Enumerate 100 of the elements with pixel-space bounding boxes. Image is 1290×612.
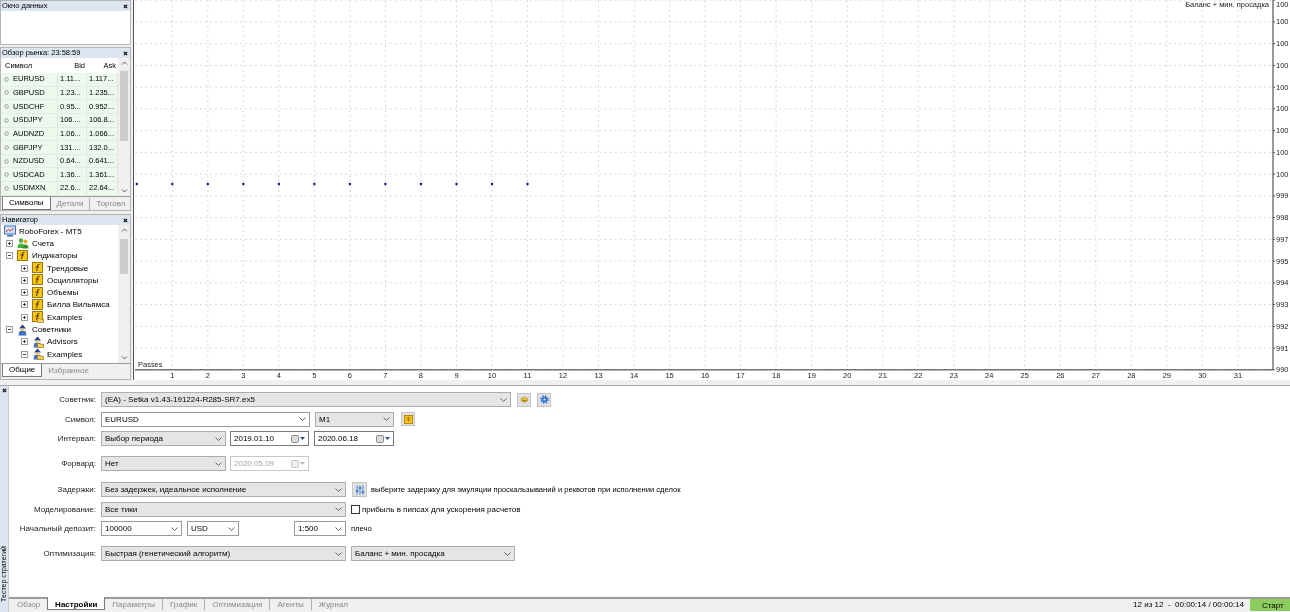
field-label: Начальный депозит:	[18, 524, 97, 533]
data-point	[206, 182, 210, 186]
chevron-icon	[335, 507, 342, 511]
plus-box-icon[interactable]	[21, 289, 28, 297]
close-icon[interactable]	[123, 3, 128, 9]
data-point	[242, 182, 245, 186]
function-icon	[32, 298, 44, 311]
caret-icon	[385, 437, 390, 440]
date-field[interactable]: 2020.06.18	[314, 431, 394, 446]
minus-box-icon[interactable]	[6, 252, 13, 260]
plus-box-icon[interactable]	[21, 264, 28, 272]
dropdown[interactable]: Нет	[101, 456, 226, 471]
plus-box-icon[interactable]	[21, 313, 28, 321]
function-icon	[32, 274, 44, 287]
tree-item[interactable]: Советники	[17, 323, 72, 336]
data-point	[490, 182, 494, 186]
data-point	[384, 182, 387, 186]
tree-item[interactable]: Трендовые	[32, 262, 89, 275]
ring-icon	[4, 145, 9, 150]
tree-item[interactable]: Examples	[32, 311, 83, 324]
chevron-icon	[335, 526, 342, 531]
scrollbar[interactable]	[118, 225, 130, 363]
tree-item[interactable]: Examples	[32, 348, 83, 361]
data-point	[455, 182, 458, 186]
tree-item[interactable]: Счета	[17, 237, 55, 250]
tree-item[interactable]: Advisors	[32, 335, 78, 348]
dropdown[interactable]: (EA) - Setka v1.43-191224-R285-SR7.ex5	[101, 392, 511, 407]
checkbox-label[interactable]: прибыль в пипсах для ускорения расчетов	[362, 504, 521, 514]
scrollbar[interactable]	[118, 58, 130, 196]
dropdown[interactable]: Выбор периода	[101, 431, 226, 446]
close-icon[interactable]	[1, 388, 7, 393]
icon-button[interactable]	[401, 412, 415, 426]
data-point	[419, 182, 423, 186]
field-label: Советник:	[58, 395, 97, 404]
checkbox[interactable]	[351, 504, 360, 514]
minus-box-icon[interactable]	[21, 350, 28, 358]
tree-item[interactable]: Осцилляторы	[32, 274, 99, 287]
scrollbar-thumb[interactable]	[120, 71, 128, 141]
ring-icon	[4, 172, 9, 178]
combo-box[interactable]: 100000	[101, 521, 182, 536]
data-point	[526, 182, 529, 186]
chevron-icon	[504, 551, 511, 556]
hat-figure-folder-icon	[32, 348, 44, 361]
field-label: Интервал:	[56, 434, 97, 443]
ring-icon	[4, 76, 9, 82]
data-point	[348, 182, 352, 186]
dropdown[interactable]: Все тики	[101, 501, 346, 517]
chevron-icon	[228, 526, 235, 531]
tree-item[interactable]: Индикаторы	[17, 249, 78, 262]
hat-figure-folder-icon	[32, 335, 44, 348]
minus-box-icon[interactable]	[6, 326, 13, 333]
dropdown[interactable]: M1	[315, 411, 394, 427]
tree-item[interactable]: RoboForex - MT5	[4, 225, 82, 238]
field-label: Оптимизация:	[42, 549, 97, 558]
calendar-icon	[291, 459, 299, 468]
combo-box[interactable]: USD	[187, 521, 239, 536]
combo-box[interactable]: 1:500	[294, 521, 346, 536]
dropdown[interactable]: Быстрая (генетический алгоритм)	[101, 546, 346, 561]
scrollbar-thumb[interactable]	[120, 239, 128, 274]
tree-item[interactable]: Билла Вильямса	[32, 298, 110, 311]
icon-button[interactable]	[537, 392, 551, 407]
tab[interactable]: Символы	[2, 197, 51, 210]
monitor-icon	[4, 225, 16, 238]
dropdown[interactable]: Без задержек, идеальное исполнение	[101, 482, 346, 497]
date-field[interactable]: 2019.01.10	[230, 431, 309, 446]
start-button[interactable]: Старт	[1250, 599, 1290, 611]
ring-icon	[4, 90, 9, 96]
gear-icon	[539, 395, 549, 404]
close-icon[interactable]	[123, 217, 128, 223]
plus-box-icon[interactable]	[21, 338, 28, 346]
icon-button[interactable]	[352, 482, 367, 497]
tree-item[interactable]: Объемы	[32, 286, 79, 299]
sliders-icon	[354, 484, 365, 495]
data-point	[171, 182, 174, 186]
function-icon	[17, 249, 29, 262]
close-icon[interactable]	[123, 50, 128, 56]
chevron-icon	[335, 551, 342, 556]
tab[interactable]: Настройки	[47, 597, 106, 610]
function-icon	[32, 262, 44, 275]
ring-icon	[4, 158, 9, 164]
chevron-icon	[299, 417, 306, 421]
grid-icon	[403, 414, 413, 424]
ring-icon	[4, 185, 9, 191]
chevron-icon	[500, 397, 507, 402]
field-label: Задержки:	[56, 485, 97, 494]
plus-box-icon[interactable]	[6, 239, 13, 247]
field-label: Символ:	[63, 414, 97, 424]
plus-box-icon[interactable]	[21, 301, 28, 309]
chevron-icon	[383, 417, 390, 421]
tab[interactable]: Общие	[2, 364, 43, 377]
plus-box-icon[interactable]	[21, 276, 28, 284]
data-point	[313, 182, 316, 186]
progress-text: 12 из 12 - 00:00:14 / 00:00:14	[1133, 599, 1244, 611]
caret-icon	[300, 462, 305, 465]
icon-button[interactable]	[517, 392, 531, 407]
combo-box[interactable]: EURUSD	[101, 411, 310, 427]
caret-icon	[300, 437, 305, 440]
dropdown[interactable]: Баланс + мин. просадка	[351, 546, 515, 561]
chevron-icon	[215, 436, 222, 441]
function-folder-icon	[32, 311, 44, 324]
